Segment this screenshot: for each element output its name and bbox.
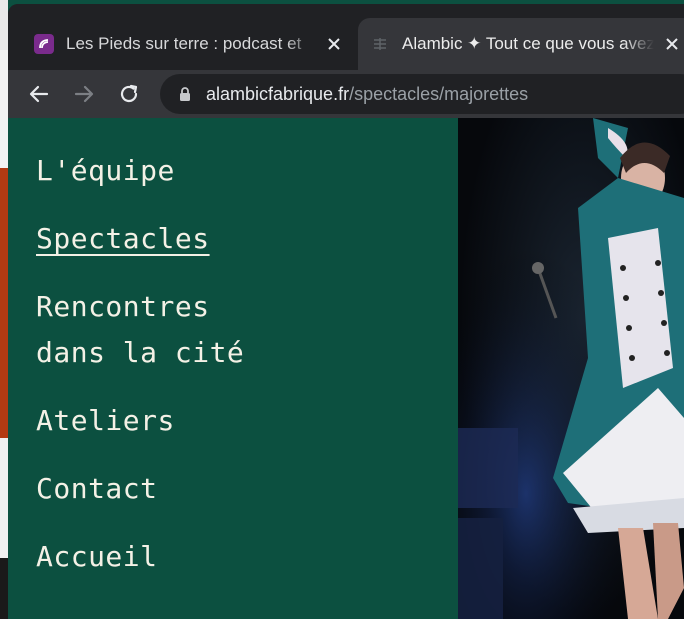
- forward-arrow-icon[interactable]: [71, 81, 97, 107]
- tab-alambic[interactable]: Alambic ✦ Tout ce que vous avez: [358, 18, 684, 70]
- back-arrow-icon[interactable]: [26, 81, 52, 107]
- menu-item-spectacles[interactable]: Spectacles: [36, 216, 210, 262]
- page-content: L'équipe Spectacles Rencontres dans la ci…: [8, 118, 684, 619]
- menu-item-label-line: Rencontres: [36, 290, 210, 323]
- menu-item-ateliers[interactable]: Ateliers: [36, 398, 175, 444]
- podcast-favicon-icon: [34, 34, 54, 54]
- lock-icon[interactable]: [178, 85, 192, 103]
- performer-photo: [458, 118, 684, 619]
- menu-item-equipe[interactable]: L'équipe: [36, 148, 175, 194]
- tab-title: Les Pieds sur terre : podcast et: [66, 34, 302, 53]
- desktop-background-strip: [0, 0, 8, 619]
- url-host: alambicfabrique.fr: [206, 83, 350, 104]
- reload-icon[interactable]: [116, 81, 142, 107]
- close-tab-icon[interactable]: [324, 34, 344, 54]
- menu-item-rencontres[interactable]: Rencontres dans la cité: [36, 284, 244, 376]
- browser-toolbar: alambicfabrique.fr/spectacles/majorettes: [8, 70, 684, 118]
- url-text[interactable]: alambicfabrique.fr/spectacles/majorettes: [206, 84, 528, 105]
- browser-window: Les Pieds sur terre : podcast et Alambic…: [8, 4, 684, 619]
- menu-item-accueil[interactable]: Accueil: [36, 534, 158, 580]
- tab-strip: Les Pieds sur terre : podcast et Alambic…: [8, 4, 684, 70]
- navigation-menu: L'équipe Spectacles Rencontres dans la ci…: [8, 118, 458, 619]
- tab-title: Alambic ✦ Tout ce que vous avez: [402, 34, 654, 53]
- alambic-favicon-icon: [370, 34, 390, 54]
- menu-item-label-line: dans la cité: [36, 336, 245, 369]
- address-bar[interactable]: alambicfabrique.fr/spectacles/majorettes: [160, 74, 684, 114]
- menu-item-contact[interactable]: Contact: [36, 466, 158, 512]
- close-tab-icon[interactable]: [662, 34, 682, 54]
- tab-les-pieds-sur-terre[interactable]: Les Pieds sur terre : podcast et: [22, 18, 356, 70]
- url-path: /spectacles/majorettes: [349, 83, 529, 104]
